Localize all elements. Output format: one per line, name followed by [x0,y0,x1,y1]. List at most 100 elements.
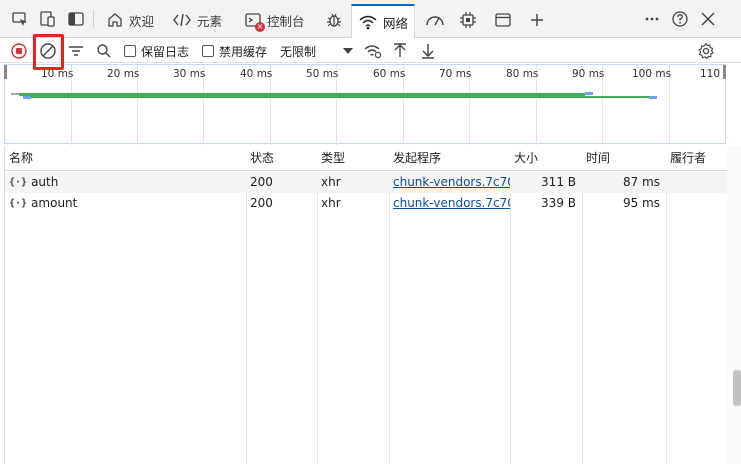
request-bar-amount-end [649,96,657,99]
timeline-tick-label: 60 ms [373,68,406,80]
overview-right-handle[interactable] [723,65,726,79]
timeline-tick-label: 70 ms [439,68,472,80]
preserve-log-label: 保留日志 [141,44,190,59]
network-conditions-button[interactable] [363,41,383,61]
timeline-tick-label: 30 ms [173,68,206,80]
search-icon [97,44,111,58]
filter-icon [69,46,83,56]
preserve-log-checkbox-box[interactable] [124,45,136,57]
code-icon [173,13,191,27]
request-bar-amount [27,96,651,98]
device-emulation-icon[interactable] [38,9,58,29]
timeline-overview[interactable]: 10 ms 20 ms 30 ms 40 ms 50 ms 60 ms 70 m… [4,64,726,145]
performance-icon [426,16,444,26]
tab-welcome[interactable]: 欢迎 [100,5,160,35]
timeline-tick-label: 40 ms [240,68,273,80]
devtools-tab-bar: 欢迎 元素 × 控制台 网络 [0,0,741,38]
tab-sources[interactable] [318,5,350,35]
wifi-settings-icon [364,45,382,59]
request-status: 200 [250,175,273,189]
tab-elements[interactable]: 元素 [166,5,228,35]
search-button[interactable] [95,41,113,61]
column-header-size[interactable]: 大小 [510,148,582,169]
request-size: 311 B [541,175,576,189]
export-har-button[interactable] [419,41,437,61]
vertical-scrollbar-thumb[interactable] [733,370,741,406]
disable-cache-label: 禁用缓存 [219,44,268,59]
request-status: 200 [250,196,273,210]
tab-network[interactable]: 网络 [351,4,416,38]
inspect-element-icon[interactable] [10,9,30,29]
close-devtools-icon[interactable] [698,9,718,29]
vertical-scrollbar-track[interactable] [727,146,741,464]
request-size: 339 B [541,196,576,210]
memory-chip-icon [460,12,476,28]
requests-table: 名称 状态 类型 发起程序 大小 时间 履行者 {·} auth 200 xhr… [4,146,727,464]
home-icon [108,13,122,27]
request-time: 87 ms [622,175,660,189]
request-name: auth [31,175,59,189]
overview-left-handle[interactable] [4,65,7,79]
network-settings-button[interactable] [697,41,715,61]
tab-welcome-label: 欢迎 [129,13,155,29]
table-row[interactable]: {·} amount 200 xhr chunk-vendors.7c70 33… [5,193,727,214]
request-type: xhr [321,196,341,210]
wifi-icon [359,15,377,30]
table-header: 名称 状态 类型 发起程序 大小 时间 履行者 [5,146,727,171]
request-name-cell[interactable]: {·} amount [5,193,246,214]
column-header-type[interactable]: 类型 [317,148,389,169]
column-header-fulfilled-by[interactable]: 履行者 [666,148,727,169]
request-time: 95 ms [622,196,660,210]
timeline-tick-label: 50 ms [306,68,339,80]
preserve-log-checkbox[interactable]: 保留日志 [124,41,189,61]
throttling-select[interactable]: 无限制 [280,41,316,61]
toggle-sidebar-icon[interactable] [66,9,86,29]
error-badge-icon: × [255,22,265,32]
throttling-dropdown-icon[interactable] [341,41,355,61]
timeline-tick-label: 80 ms [506,68,539,80]
more-tools-button[interactable] [522,5,552,35]
highlight-annotation-box [33,34,64,70]
column-header-status[interactable]: 状态 [246,148,317,169]
tab-console[interactable]: × 控制台 [238,5,311,35]
tab-network-label: 网络 [383,15,409,31]
filter-button[interactable] [67,41,85,61]
gear-icon [698,42,714,60]
xhr-icon: {·} [9,177,28,188]
xhr-icon: {·} [9,198,28,209]
tab-performance[interactable] [418,5,452,35]
download-icon [422,44,434,59]
timeline-tick-label: 110 [700,68,721,80]
timeline-tick-label: 90 ms [572,68,605,80]
help-icon[interactable] [670,9,690,29]
timeline-tick-label: 100 ms [632,68,672,80]
tab-application[interactable] [488,5,518,35]
request-bar-auth-end [585,92,593,95]
tab-console-label: 控制台 [267,13,305,29]
record-stop-icon [11,43,27,59]
import-har-button[interactable] [391,41,409,61]
request-name: amount [31,196,78,210]
column-header-name[interactable]: 名称 [5,148,246,169]
upload-icon [394,43,406,57]
request-bar-amount-start [23,96,31,99]
bug-icon [327,13,341,27]
request-type: xhr [321,175,341,189]
request-name-cell[interactable]: {·} auth [5,172,246,193]
application-icon [495,13,511,27]
tab-elements-label: 元素 [197,13,223,29]
request-initiator-link[interactable]: chunk-vendors.7c70 [389,193,510,214]
disable-cache-checkbox[interactable]: 禁用缓存 [202,41,267,61]
column-header-time[interactable]: 时间 [582,148,666,169]
plus-icon [531,14,543,26]
timeline-tick-label: 20 ms [107,68,140,80]
network-toolbar: 保留日志 禁用缓存 无限制 [0,38,741,63]
throttling-value: 无限制 [280,44,317,59]
record-button[interactable] [10,41,28,61]
more-options-icon[interactable] [642,9,662,29]
tab-memory[interactable] [452,5,484,35]
request-initiator-link[interactable]: chunk-vendors.7c70 [389,172,510,193]
table-row[interactable]: {·} auth 200 xhr chunk-vendors.7c70 311 … [5,172,727,193]
column-header-initiator[interactable]: 发起程序 [389,148,510,169]
disable-cache-checkbox-box[interactable] [202,45,214,57]
